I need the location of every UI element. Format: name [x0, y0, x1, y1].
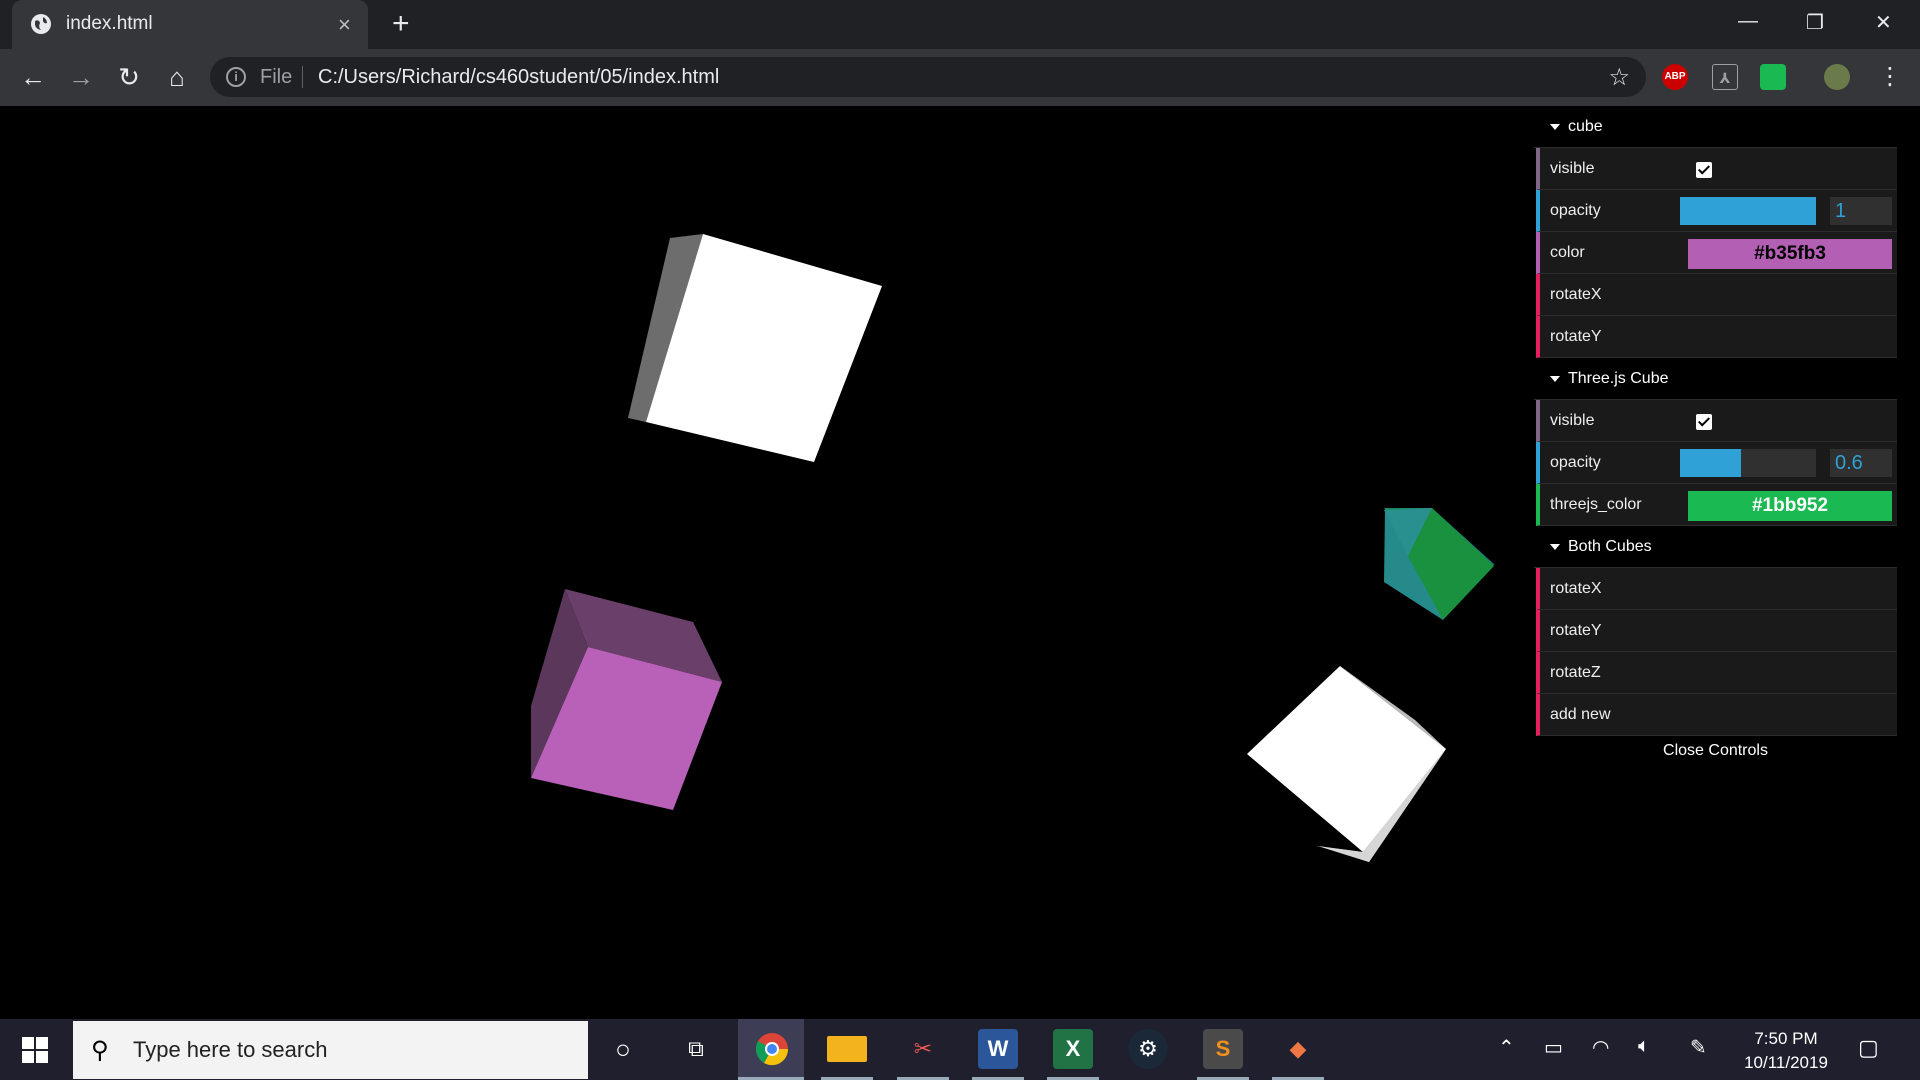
notifications-icon[interactable]: ▢	[1858, 1035, 1879, 1061]
folder-both-cubes-title[interactable]: Both Cubes	[1534, 526, 1897, 568]
folder-label: Three.js Cube	[1568, 370, 1669, 387]
close-controls-button[interactable]: Close Controls	[1534, 736, 1897, 766]
globe-icon	[31, 14, 51, 34]
row-label: opacity	[1550, 202, 1601, 219]
file-explorer-icon[interactable]	[827, 1036, 867, 1062]
row-label: threejs_color	[1550, 496, 1642, 513]
white-cube-top	[628, 234, 882, 462]
pdf-icon[interactable]: ⅄	[1712, 64, 1738, 90]
folder-label: cube	[1568, 118, 1603, 135]
caret-down-icon	[1550, 123, 1560, 130]
color-picker[interactable]: #1bb952	[1688, 491, 1892, 521]
opacity-input[interactable]: 1	[1830, 197, 1892, 225]
task-view-icon[interactable]: ⧉	[676, 1029, 716, 1069]
time: 7:50 PM	[1754, 1029, 1818, 1048]
row-label: rotateX	[1550, 580, 1602, 597]
new-tab-button[interactable]: +	[392, 8, 410, 40]
restore-icon[interactable]: ❐	[1806, 10, 1824, 35]
cube-visible-row[interactable]: visible	[1536, 148, 1897, 190]
profile-avatar[interactable]	[1824, 64, 1850, 90]
cube-color-row: color #b35fb3	[1536, 232, 1897, 274]
color-picker[interactable]: #b35fb3	[1688, 239, 1892, 269]
excel-icon[interactable]: X	[1053, 1029, 1093, 1069]
bookmark-star-icon[interactable]: ☆	[1608, 63, 1630, 92]
visible-checkbox[interactable]	[1696, 162, 1712, 178]
windows-start-icon[interactable]	[22, 1037, 48, 1063]
row-label: color	[1550, 244, 1585, 261]
row-label: rotateX	[1550, 286, 1602, 303]
wifi-icon[interactable]: ◠	[1592, 1035, 1609, 1060]
row-label: visible	[1550, 412, 1595, 429]
tab-title: index.html	[66, 13, 153, 34]
opacity-slider[interactable]	[1680, 449, 1816, 477]
search-placeholder: Type here to search	[133, 1037, 328, 1062]
pen-icon[interactable]: ✎	[1690, 1035, 1707, 1060]
row-label: rotateY	[1550, 622, 1602, 639]
browser-toolbar: ← → ↻ ⌂ i File C:/Users/Richard/cs460stu…	[0, 49, 1920, 106]
cube-opacity-row: opacity 1	[1536, 190, 1897, 232]
threejs-color-row: threejs_color #1bb952	[1536, 484, 1897, 526]
home-icon[interactable]: ⌂	[162, 62, 192, 92]
more-menu-icon[interactable]: ⋮	[1878, 62, 1902, 91]
caret-down-icon	[1550, 543, 1560, 550]
threejs-opacity-row: opacity 0.6	[1536, 442, 1897, 484]
chrome-icon[interactable]	[752, 1029, 792, 1069]
snipping-tool-icon[interactable]: ✂	[903, 1029, 943, 1069]
cube-rotatey-button[interactable]: rotateY	[1536, 316, 1897, 358]
minimize-icon[interactable]: —	[1738, 10, 1758, 33]
folder-label: Both Cubes	[1568, 538, 1652, 555]
threejs-visible-row[interactable]: visible	[1536, 400, 1897, 442]
row-label: visible	[1550, 160, 1595, 177]
volume-icon[interactable]: 🔈︎	[1638, 1035, 1650, 1058]
white-cube-bottom	[1247, 666, 1446, 862]
back-icon[interactable]: ←	[18, 62, 48, 92]
folder-cube-title[interactable]: cube	[1534, 106, 1897, 148]
pink-cube	[531, 589, 722, 810]
both-rotatex-button[interactable]: rotateX	[1536, 568, 1897, 610]
forward-icon[interactable]: →	[66, 62, 96, 92]
slider-fill	[1680, 197, 1816, 225]
reload-icon[interactable]: ↻	[114, 62, 144, 92]
battery-icon[interactable]: ▭	[1544, 1035, 1563, 1060]
both-rotatez-button[interactable]: rotateZ	[1536, 652, 1897, 694]
both-rotatey-button[interactable]: rotateY	[1536, 610, 1897, 652]
cube-rotatex-button[interactable]: rotateX	[1536, 274, 1897, 316]
row-label: rotateZ	[1550, 664, 1601, 681]
cortana-icon[interactable]: ○	[603, 1029, 643, 1069]
show-hidden-icons-chevron-icon[interactable]: ⌃	[1498, 1035, 1515, 1060]
close-window-icon[interactable]: ✕	[1875, 10, 1892, 35]
info-icon[interactable]: i	[226, 67, 246, 87]
scheme-label: File	[260, 66, 293, 88]
url-text[interactable]: C:/Users/Richard/cs460student/05/index.h…	[318, 66, 719, 89]
row-label: add new	[1550, 706, 1611, 723]
caret-down-icon	[1550, 375, 1560, 382]
search-icon: ⚲	[91, 1037, 109, 1064]
dat-gui-panel: cube visible opacity 1 color #b35fb3 rot…	[1534, 106, 1897, 766]
git-kraken-icon[interactable]: ◆	[1278, 1029, 1318, 1069]
taskbar-search[interactable]: ⚲ Type here to search	[73, 1021, 588, 1079]
row-label: opacity	[1550, 454, 1601, 471]
address-bar[interactable]: i File C:/Users/Richard/cs460student/05/…	[210, 57, 1646, 97]
row-label: rotateY	[1550, 328, 1602, 345]
browser-tab[interactable]: index.html ×	[12, 0, 368, 49]
extension-green-icon[interactable]	[1760, 64, 1786, 90]
adblock-icon[interactable]: ABP	[1662, 64, 1688, 90]
tab-strip: index.html × + — ❐ ✕	[0, 0, 1920, 49]
folder-threejs-cube-title[interactable]: Three.js Cube	[1534, 358, 1897, 400]
clock[interactable]: 7:50 PM 10/11/2019	[1736, 1027, 1836, 1075]
date: 10/11/2019	[1744, 1053, 1828, 1072]
taskbar: ⚲ Type here to search ○ ⧉ ✂ W X ⚙ S ◆ ⌃ …	[0, 1019, 1920, 1080]
opacity-input[interactable]: 0.6	[1830, 449, 1892, 477]
sublime-text-icon[interactable]: S	[1203, 1029, 1243, 1069]
word-icon[interactable]: W	[978, 1029, 1018, 1069]
visible-checkbox[interactable]	[1696, 414, 1712, 430]
add-new-button[interactable]: add new	[1536, 694, 1897, 736]
divider	[302, 66, 303, 88]
opacity-slider[interactable]	[1680, 197, 1816, 225]
steam-icon[interactable]: ⚙	[1128, 1029, 1168, 1069]
close-tab-icon[interactable]: ×	[338, 12, 351, 38]
green-cube	[1384, 508, 1495, 620]
slider-fill	[1680, 449, 1742, 477]
